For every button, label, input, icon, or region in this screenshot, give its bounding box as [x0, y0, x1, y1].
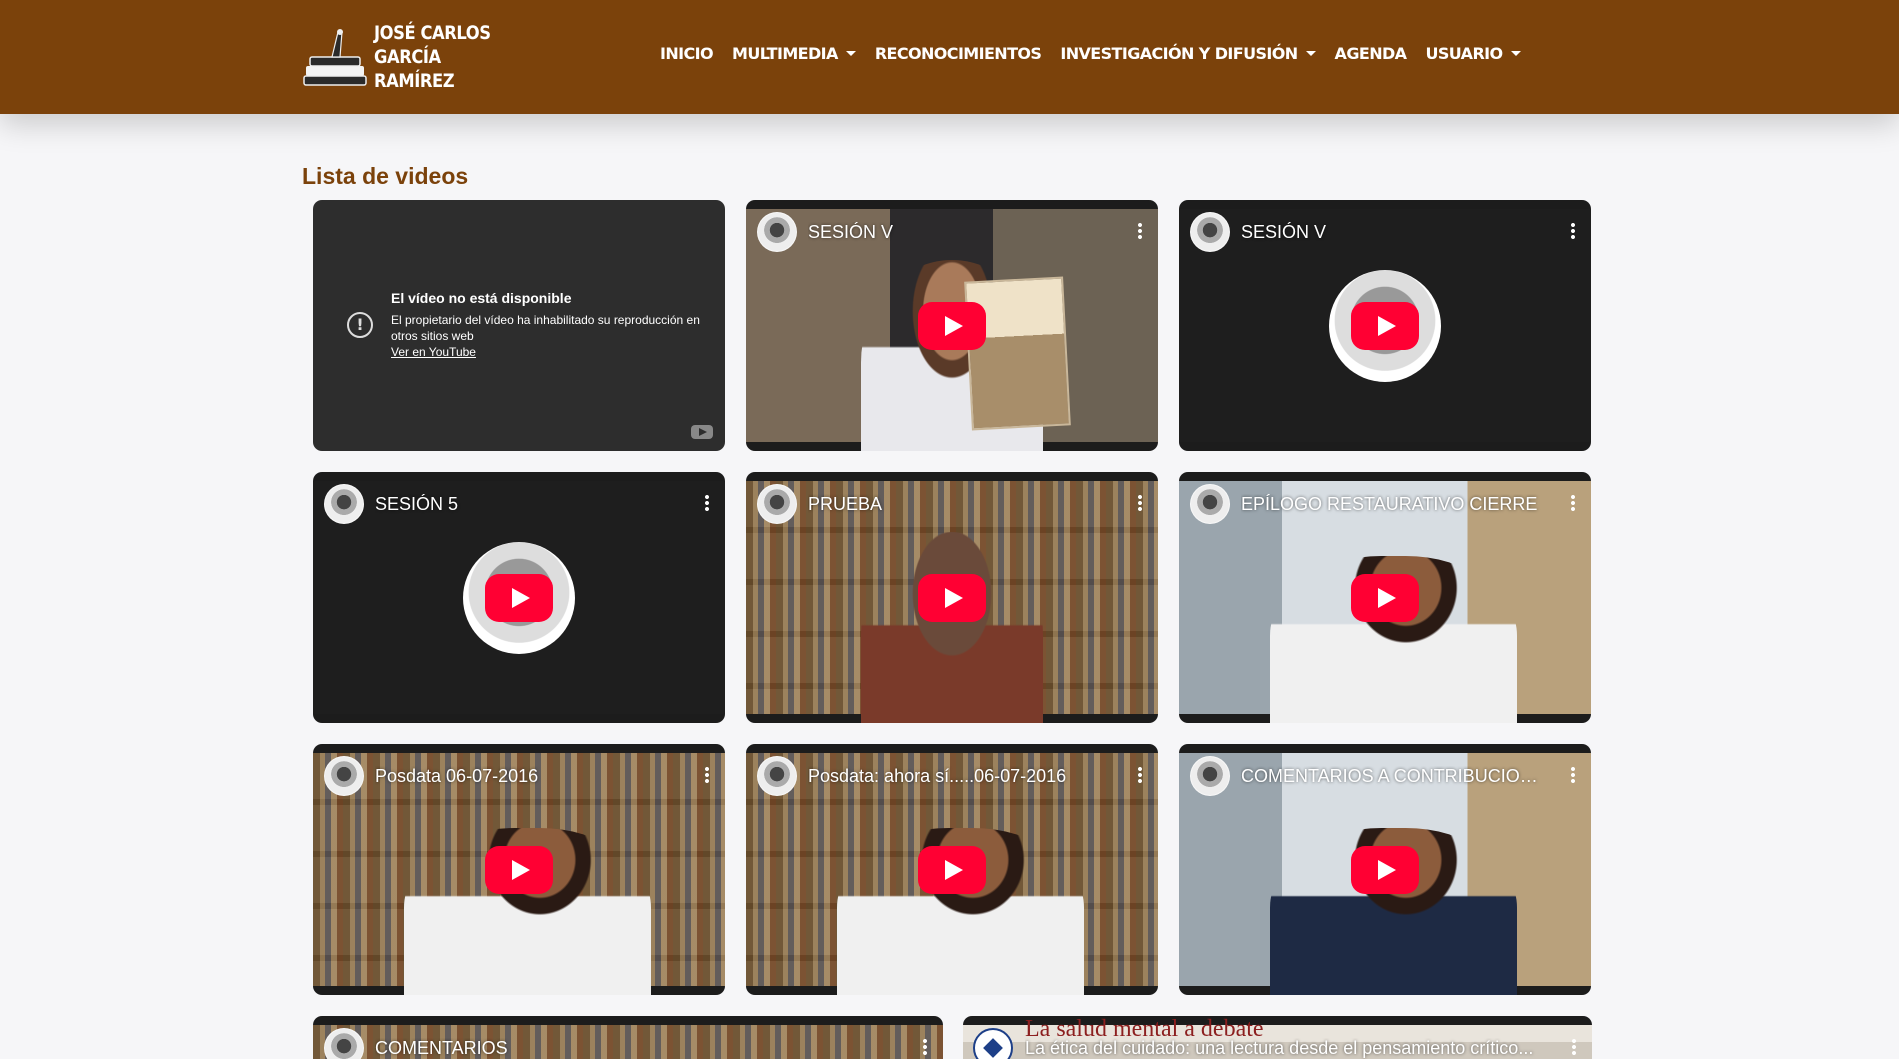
channel-avatar[interactable] — [1190, 484, 1230, 524]
video-card[interactable]: COMENTARIOS A CONTRIBUCION... — [1179, 744, 1591, 995]
nav-reconocimientos-label: RECONOCIMIENTOS — [874, 44, 1042, 63]
video-title[interactable]: PRUEBA — [808, 494, 1114, 515]
watch-on-youtube-link[interactable]: Ver en YouTube — [391, 345, 476, 359]
nav-reconocimientos[interactable]: RECONOCIMIENTOS — [875, 44, 1042, 63]
play-button[interactable] — [918, 301, 986, 350]
video-title[interactable]: La ética del cuidado: una lectura desde … — [1025, 1038, 1548, 1059]
play-button[interactable] — [1351, 845, 1419, 894]
video-card[interactable]: La salud mental a debate La ética del cu… — [963, 1016, 1592, 1059]
nav-investigacion-label: INVESTIGACIÓN Y DIFUSIÓN — [1060, 44, 1298, 63]
nav-agenda[interactable]: AGENDA — [1334, 44, 1408, 63]
youtube-logo-icon[interactable] — [691, 425, 713, 439]
video-card[interactable]: Posdata: ahora sí.....06-07-2016 — [746, 744, 1158, 995]
unavailable-message: El propietario del vídeo ha inhabilitado… — [391, 313, 700, 343]
video-title[interactable]: SESIÓN V — [1241, 222, 1547, 243]
video-unavailable[interactable]: ! El vídeo no está disponible El propiet… — [313, 200, 725, 451]
nav-inicio-label: INICIO — [660, 44, 714, 63]
video-card[interactable]: COMENTARIOS — [313, 1016, 943, 1059]
brand-name: JOSÉ CARLOS GARCÍA RAMÍREZ — [374, 21, 501, 93]
warning-icon: ! — [347, 312, 373, 338]
nav-multimedia-label: MULTIMEDIA — [732, 44, 838, 63]
more-options-icon[interactable] — [705, 494, 709, 512]
nav-investigacion[interactable]: INVESTIGACIÓN Y DIFUSIÓN — [1060, 44, 1316, 63]
nav-multimedia[interactable]: MULTIMEDIA — [732, 44, 856, 63]
play-button[interactable] — [918, 845, 986, 894]
caret-down-icon — [1305, 51, 1316, 56]
video-card[interactable]: PRUEBA — [746, 472, 1158, 723]
channel-avatar[interactable] — [757, 756, 797, 796]
play-button[interactable] — [1351, 301, 1419, 350]
video-card[interactable]: SESIÓN 5 — [313, 472, 725, 723]
caret-down-icon — [845, 51, 856, 56]
page-title: Lista de videos — [302, 163, 469, 189]
nav-usuario-label: USUARIO — [1425, 44, 1503, 63]
brand-line-2: GARCÍA RAMÍREZ — [374, 46, 455, 92]
channel-avatar[interactable] — [324, 484, 364, 524]
play-button[interactable] — [485, 573, 553, 622]
more-options-icon[interactable] — [1138, 766, 1142, 784]
thumbnail-book — [964, 276, 1072, 431]
thumbnail-person — [861, 532, 1043, 723]
more-options-icon[interactable] — [1571, 766, 1575, 784]
video-title[interactable]: EPÍLOGO RESTAURATIVO CIERRE — [1241, 494, 1547, 515]
brand-logo[interactable]: JOSÉ CARLOS GARCÍA RAMÍREZ — [302, 22, 522, 92]
play-button[interactable] — [485, 845, 553, 894]
video-title[interactable]: Posdata: ahora sí.....06-07-2016 — [808, 766, 1114, 787]
books-logo-icon — [302, 26, 372, 88]
channel-avatar[interactable] — [757, 212, 797, 252]
more-options-icon[interactable] — [1572, 1038, 1576, 1056]
video-title[interactable]: SESIÓN V — [808, 222, 1114, 243]
more-options-icon[interactable] — [705, 766, 709, 784]
video-card[interactable]: SESIÓN V — [746, 200, 1158, 451]
more-options-icon[interactable] — [1571, 222, 1575, 240]
more-options-icon[interactable] — [1138, 494, 1142, 512]
video-title[interactable]: COMENTARIOS — [375, 1038, 899, 1059]
video-title[interactable]: COMENTARIOS A CONTRIBUCION... — [1241, 766, 1547, 787]
brand-line-1: JOSÉ CARLOS — [374, 22, 491, 44]
video-title[interactable]: SESIÓN 5 — [375, 494, 681, 515]
channel-avatar[interactable] — [1190, 756, 1230, 796]
channel-avatar[interactable] — [324, 756, 364, 796]
caret-down-icon — [1510, 51, 1521, 56]
navbar: JOSÉ CARLOS GARCÍA RAMÍREZ INICIO MULTIM… — [0, 0, 1899, 114]
more-options-icon[interactable] — [923, 1038, 927, 1056]
nav-agenda-label: AGENDA — [1334, 44, 1408, 63]
unavailable-title: El vídeo no está disponible — [391, 290, 572, 306]
more-options-icon[interactable] — [1138, 222, 1142, 240]
video-title[interactable]: Posdata 06-07-2016 — [375, 766, 681, 787]
nav-inicio[interactable]: INICIO — [660, 44, 714, 63]
nav-usuario[interactable]: USUARIO — [1425, 44, 1521, 63]
channel-avatar[interactable] — [1190, 212, 1230, 252]
video-card[interactable]: EPÍLOGO RESTAURATIVO CIERRE — [1179, 472, 1591, 723]
play-button[interactable] — [918, 573, 986, 622]
more-options-icon[interactable] — [1571, 494, 1575, 512]
main-nav: INICIO MULTIMEDIA RECONOCIMIENTOS INVEST… — [660, 44, 1540, 63]
play-button[interactable] — [1351, 573, 1419, 622]
video-card[interactable]: SESIÓN V — [1179, 200, 1591, 451]
channel-avatar[interactable] — [757, 484, 797, 524]
video-card[interactable]: Posdata 06-07-2016 — [313, 744, 725, 995]
